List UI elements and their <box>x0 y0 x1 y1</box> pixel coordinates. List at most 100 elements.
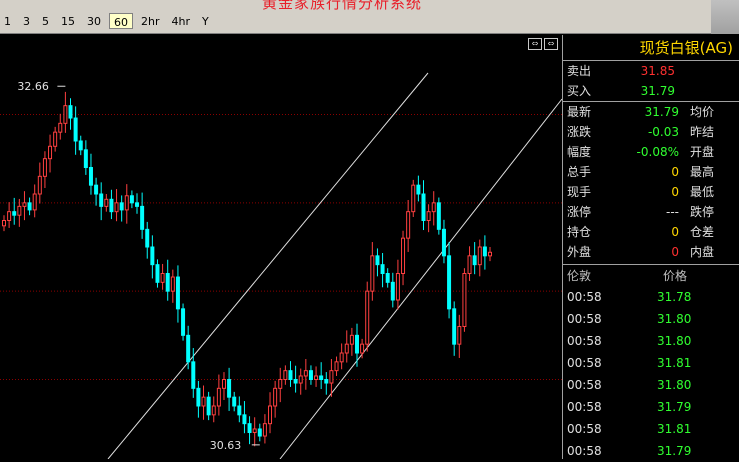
candle-body <box>119 202 124 211</box>
stat-value: 0 <box>671 185 679 199</box>
timeframe-button-15[interactable]: 15 <box>57 13 79 29</box>
stat-row: 现手 0 最低 <box>567 182 737 202</box>
candle-body <box>22 202 27 207</box>
stat-row: 持仓 0 仓差 <box>567 222 737 242</box>
buy-row: 买入 31.79 <box>567 81 737 101</box>
candle-body <box>421 193 426 221</box>
stat-row: 涨跌 -0.03 昨结 <box>567 122 737 142</box>
tick-price: 31.78 <box>657 290 692 304</box>
candle-body <box>201 396 206 407</box>
candle-body <box>227 379 232 398</box>
candle-body <box>467 255 472 274</box>
candle-body <box>170 276 175 292</box>
candle-body <box>447 255 452 310</box>
tick-time: 00:58 <box>567 378 602 392</box>
candle-body <box>395 273 400 301</box>
timeframe-button-2hr[interactable]: 2hr <box>137 13 164 29</box>
tick-price: 31.80 <box>657 378 692 392</box>
candle-body <box>63 105 68 124</box>
sell-value: 31.85 <box>640 64 675 78</box>
candle-body <box>334 361 339 372</box>
stat-label: 总手 <box>567 165 592 179</box>
timeframe-button-1[interactable]: 1 <box>0 13 15 29</box>
candle-body <box>94 184 99 195</box>
stat-value: 0 <box>671 225 679 239</box>
tick-price: 31.80 <box>657 312 692 326</box>
stat-label: 涨跌 <box>567 125 592 139</box>
candle-body <box>32 193 37 211</box>
tick-row: 00:58 31.79 <box>567 396 737 418</box>
tick-row: 00:58 31.80 <box>567 330 737 352</box>
candle-body <box>319 375 324 381</box>
stat-label: 最新 <box>567 105 592 119</box>
tick-time: 00:58 <box>567 400 602 414</box>
candle-body <box>360 343 365 354</box>
candle-body <box>416 184 421 195</box>
tick-price: 31.81 <box>657 356 692 370</box>
stat-label: 持仓 <box>567 225 592 239</box>
candle-body <box>78 140 83 151</box>
candle-body <box>370 255 375 292</box>
stat-row: 外盘 0 内盘 <box>567 242 737 262</box>
stat-label-2: 最高 <box>690 165 715 179</box>
candle-body <box>150 246 155 266</box>
zoom-out-icon[interactable]: ⇔ <box>544 38 558 50</box>
candle-body <box>124 195 129 211</box>
candle-body <box>288 370 293 380</box>
candle-body <box>175 276 180 310</box>
timeframe-button-Y[interactable]: Y <box>198 13 213 29</box>
candle-body <box>406 211 411 239</box>
ticks-header-price: 价格 <box>663 269 688 283</box>
candle-body <box>88 167 93 186</box>
candle-body <box>314 375 319 381</box>
stat-label-2: 最低 <box>690 185 715 199</box>
stat-row: 最新 31.79 均价 <box>567 102 737 122</box>
timeframe-button-5[interactable]: 5 <box>38 13 53 29</box>
timeframe-button-4hr[interactable]: 4hr <box>168 13 195 29</box>
tick-time: 00:58 <box>567 290 602 304</box>
stat-label-2: 仓差 <box>690 225 715 239</box>
zoom-in-icon[interactable]: ⇔ <box>528 38 542 50</box>
candle-body <box>390 281 395 301</box>
sell-row: 卖出 31.85 <box>567 61 737 81</box>
candle-body <box>365 290 370 345</box>
stat-label-2: 开盘 <box>690 145 715 159</box>
candlestick-chart[interactable]: 32.66 30.63 <box>0 35 562 459</box>
candle-body <box>181 308 186 336</box>
stat-row: 幅度 -0.08% 开盘 <box>567 142 737 162</box>
candle-body <box>431 202 436 213</box>
candle-body <box>211 405 216 416</box>
tick-price: 31.80 <box>657 334 692 348</box>
stat-value: 31.79 <box>644 105 679 119</box>
stat-label-2: 内盘 <box>690 245 715 259</box>
timeframe-button-3[interactable]: 3 <box>19 13 34 29</box>
candle-body <box>37 175 42 195</box>
timeframe-button-60[interactable]: 60 <box>109 13 133 29</box>
stat-label-2: 昨结 <box>690 125 715 139</box>
symbol-title: 现货白银(AG) <box>563 35 739 61</box>
candle-body <box>380 264 385 275</box>
candle-body <box>375 255 380 266</box>
stat-row: 涨停 --- 跌停 <box>567 202 737 222</box>
candle-body <box>488 251 492 257</box>
tick-row: 00:58 31.80 <box>567 374 737 396</box>
stat-value: 0 <box>671 245 679 259</box>
stat-label: 幅度 <box>567 145 592 159</box>
candle-body <box>109 198 114 213</box>
candle-body <box>293 379 298 384</box>
candle-body <box>339 352 344 363</box>
toolbar-edge <box>711 0 739 34</box>
candle-body <box>27 202 32 211</box>
tick-row: 00:58 31.81 <box>567 352 737 374</box>
candle-body <box>426 211 431 222</box>
candle-body <box>283 370 288 380</box>
candle-body <box>308 370 313 380</box>
candle-body <box>216 387 221 407</box>
app-title: 黄金家族行情分析系统 <box>262 0 423 12</box>
stat-label: 涨停 <box>567 205 592 219</box>
high-label: 32.66 <box>17 80 49 93</box>
ticks-header-time: 伦敦 <box>567 269 592 283</box>
timeframe-button-30[interactable]: 30 <box>83 13 105 29</box>
price-chart[interactable]: 32.66 30.63 <box>0 35 562 459</box>
candle-body <box>298 375 303 384</box>
